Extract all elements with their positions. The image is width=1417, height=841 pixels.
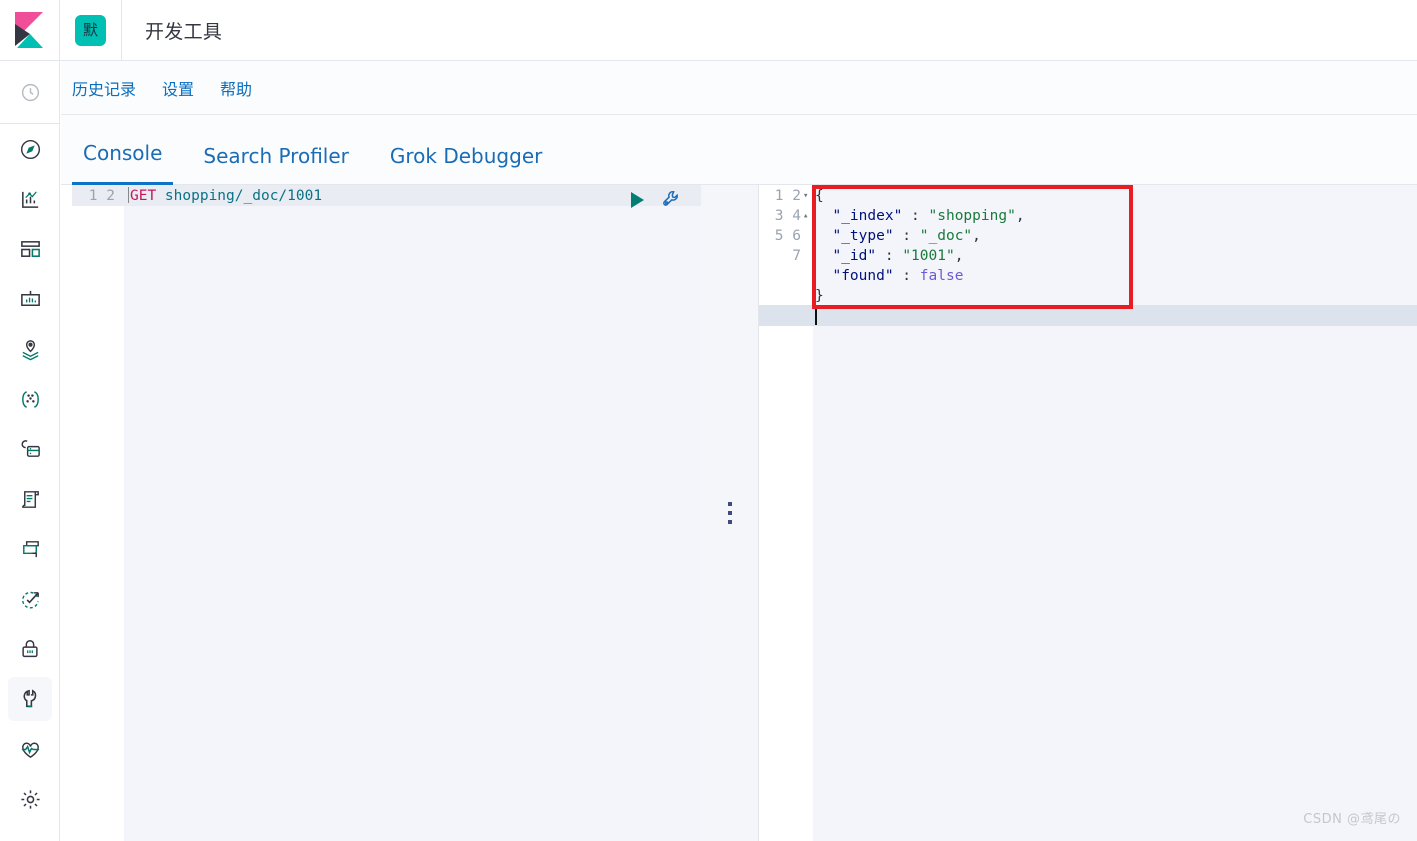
request-line-numbers: 1 2	[88, 188, 115, 204]
response-close-brace: }	[815, 288, 824, 304]
request-editor[interactable]: 1 2 GET shopping/_doc/1001	[72, 185, 701, 841]
dashboard-icon	[20, 240, 40, 257]
response-gutter	[759, 185, 813, 841]
tab-search-profiler[interactable]: Search Profiler	[192, 144, 359, 185]
sidebar	[0, 61, 60, 841]
sidebar-item-dashboard[interactable]	[0, 224, 60, 274]
response-value-id: "1001"	[902, 248, 955, 264]
sidebar-item-uptime[interactable]	[0, 574, 60, 624]
response-active-line	[759, 305, 1417, 326]
kibana-dev-tools-page: 默 开发工具 历史记录 设置 帮助 Console Search Profile…	[0, 0, 1417, 841]
sidebar-item-metrics[interactable]	[0, 524, 60, 574]
machine-learning-icon	[21, 439, 40, 457]
uptime-icon	[21, 591, 39, 609]
response-comma-3: ,	[954, 248, 964, 264]
sidebar-item-monitoring[interactable]	[0, 724, 60, 774]
sidebar-item-siem[interactable]	[0, 624, 60, 674]
response-editor[interactable]: 1 2 3 4 5 6 7 ▾ ▴ { "_index" : "shopping…	[759, 185, 1417, 841]
play-icon[interactable]	[627, 190, 647, 210]
maps-icon	[22, 339, 38, 360]
response-comma-2: ,	[972, 228, 981, 244]
sidebar-item-maps[interactable]	[0, 324, 60, 374]
clock-icon	[21, 83, 39, 101]
response-sep-3: :	[876, 248, 903, 264]
response-value-found: false	[919, 268, 964, 284]
response-key-id: "_id"	[815, 248, 877, 264]
request-caret	[128, 187, 129, 203]
request-code[interactable]: GET shopping/_doc/1001	[128, 186, 322, 206]
sidebar-item-machine-learning[interactable]	[0, 424, 60, 474]
console-nav-bar: 历史记录 设置 帮助	[61, 61, 1417, 115]
request-gutter	[72, 185, 124, 841]
panel-resize-handle[interactable]	[701, 185, 759, 841]
space-badge-cell[interactable]: 默	[60, 0, 122, 60]
metrics-icon	[22, 540, 39, 557]
compass-icon	[20, 139, 40, 159]
heartbeat-icon	[21, 742, 39, 758]
space-badge[interactable]: 默	[75, 14, 106, 46]
nav-link-history[interactable]: 历史记录	[72, 76, 136, 100]
tab-bar: Console Search Profiler Grok Debugger	[61, 115, 1417, 185]
sidebar-item-visualize[interactable]	[0, 174, 60, 224]
request-path: shopping/_doc/1001	[156, 188, 323, 204]
wrench-icon	[23, 689, 37, 708]
request-method: GET	[130, 188, 157, 204]
response-comma-1: ,	[1015, 208, 1025, 224]
page-title: 开发工具	[145, 20, 223, 43]
sidebar-item-management[interactable]	[0, 774, 60, 824]
wrench-menu-icon[interactable]	[661, 189, 682, 210]
response-line-numbers: 1 2 3 4 5 6 7	[774, 188, 801, 264]
watermark: CSDN @鸢尾の	[1303, 812, 1401, 827]
response-value-type: "_doc"	[919, 228, 973, 244]
bar-chart-icon	[21, 190, 38, 208]
response-sep-1: :	[902, 208, 929, 224]
drag-dots-icon	[728, 502, 732, 524]
nav-link-settings[interactable]: 设置	[162, 76, 194, 100]
logs-icon	[21, 490, 39, 508]
lock-icon	[22, 640, 38, 658]
sidebar-item-dev-tools[interactable]	[0, 674, 60, 724]
main-content: 历史记录 设置 帮助 Console Search Profiler Grok …	[61, 61, 1417, 841]
response-sep-2: :	[893, 228, 920, 244]
request-actions	[627, 189, 682, 210]
gear-icon	[20, 789, 40, 809]
top-header: 默 开发工具	[0, 0, 1417, 61]
response-caret	[815, 307, 817, 325]
tab-grok-debugger[interactable]: Grok Debugger	[379, 144, 553, 185]
response-key-type: "_type"	[815, 228, 894, 244]
sidebar-item-recently-viewed[interactable]	[0, 61, 60, 123]
response-key-found: "found"	[815, 268, 894, 284]
response-fold-markers[interactable]: ▾ ▴	[803, 186, 813, 226]
response-value-index: "shopping"	[928, 208, 1016, 224]
kibana-logo-icon	[14, 12, 43, 48]
sidebar-item-canvas[interactable]	[0, 274, 60, 324]
response-sep-4: :	[893, 268, 920, 284]
canvas-icon	[20, 290, 40, 306]
tab-console[interactable]: Console	[72, 141, 174, 185]
response-open-brace: {	[815, 188, 824, 204]
sidebar-item-discover[interactable]	[0, 124, 60, 174]
logo-cell[interactable]	[0, 0, 60, 60]
response-code[interactable]: { "_index" : "shopping", "_type" : "_doc…	[815, 186, 1025, 306]
response-key-index: "_index"	[815, 208, 903, 224]
graph-icon	[21, 390, 39, 408]
nav-link-help[interactable]: 帮助	[220, 76, 252, 100]
sidebar-item-graph[interactable]	[0, 374, 60, 424]
editors-region: 1 2 GET shopping/_doc/1001 1 2 3 4 5 6 7…	[61, 185, 1417, 841]
sidebar-item-logs[interactable]	[0, 474, 60, 524]
